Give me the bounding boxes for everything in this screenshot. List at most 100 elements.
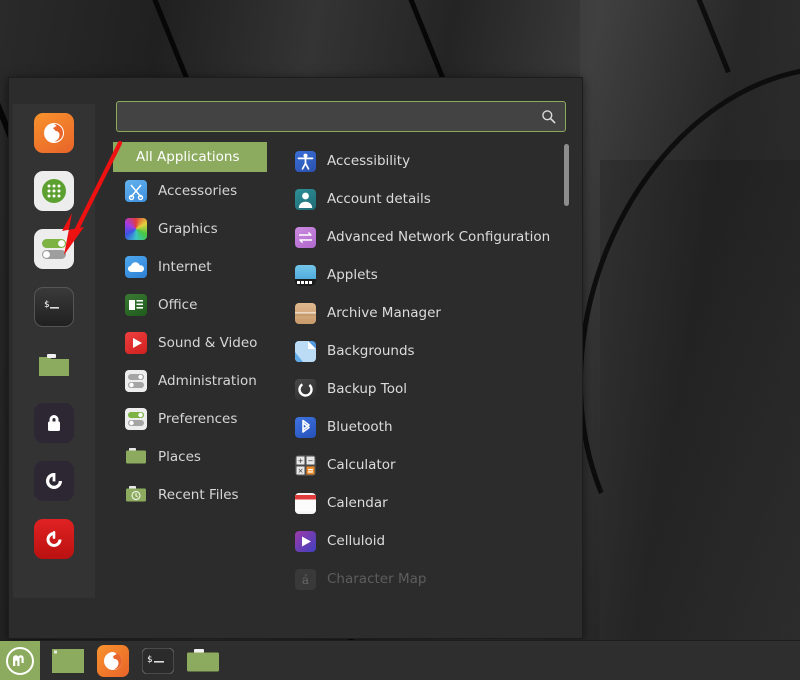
category-label: Office	[158, 297, 197, 313]
favorite-quit-button[interactable]	[34, 519, 74, 559]
app-backgrounds[interactable]: Backgrounds	[295, 332, 582, 370]
celluloid-icon	[295, 531, 316, 552]
backup-icon	[295, 379, 316, 400]
category-label: Internet	[158, 259, 212, 275]
app-advanced-network-configuration[interactable]: Advanced Network Configuration	[295, 218, 582, 256]
charmap-icon: á	[295, 569, 316, 590]
green-window-icon	[52, 649, 84, 673]
favorite-preferences-button[interactable]	[34, 229, 74, 269]
power-icon	[43, 528, 65, 550]
terminal-icon: $	[142, 648, 174, 674]
category-accessories[interactable]: Accessories	[113, 172, 283, 210]
accessibility-icon	[295, 151, 316, 172]
app-label: Celluloid	[327, 533, 385, 549]
application-list-scrollbar[interactable]	[564, 144, 569, 614]
taskbar: $	[0, 640, 800, 680]
favorite-log-out-button[interactable]	[34, 461, 74, 501]
search-input[interactable]	[117, 109, 541, 124]
favorite-files-button[interactable]	[34, 345, 74, 385]
svg-text:+: +	[298, 457, 304, 465]
search-icon[interactable]	[541, 109, 556, 124]
app-label: Advanced Network Configuration	[327, 229, 550, 245]
favorite-terminal-button[interactable]: $	[34, 287, 74, 327]
application-list: Accessibility Account details Advanced N…	[283, 142, 582, 598]
grid-apps-icon	[40, 177, 68, 205]
category-internet[interactable]: Internet	[113, 248, 283, 286]
category-sound-and-video[interactable]: Sound & Video	[113, 324, 283, 362]
terminal-icon: $	[41, 297, 67, 317]
app-calendar[interactable]: Calendar	[295, 484, 582, 522]
app-label: Backup Tool	[327, 381, 407, 397]
category-administration[interactable]: Administration	[113, 362, 283, 400]
lock-icon	[44, 412, 64, 434]
calculator-icon: +−×	[295, 455, 316, 476]
search-box[interactable]	[116, 101, 566, 132]
document-icon	[125, 294, 147, 316]
app-label: Accessibility	[327, 153, 410, 169]
app-label: Character Map	[327, 571, 426, 587]
category-label: All Applications	[136, 149, 240, 165]
svg-text:−: −	[308, 457, 314, 465]
favorite-firefox-button[interactable]	[34, 113, 74, 153]
folder-icon	[37, 351, 71, 379]
scissors-icon	[125, 180, 147, 202]
category-preferences[interactable]: Preferences	[113, 400, 283, 438]
app-bluetooth[interactable]: Bluetooth	[295, 408, 582, 446]
app-celluloid[interactable]: Celluloid	[295, 522, 582, 560]
category-places[interactable]: Places	[113, 438, 283, 476]
cloud-icon	[125, 256, 147, 278]
svg-text:×: ×	[298, 467, 304, 475]
app-label: Archive Manager	[327, 305, 441, 321]
taskbar-item-firefox[interactable]	[96, 644, 130, 678]
toggles-icon	[39, 237, 69, 261]
app-account-details[interactable]: Account details	[295, 180, 582, 218]
category-all-applications[interactable]: All Applications	[113, 142, 267, 172]
taskbar-item-show-desktop[interactable]	[51, 644, 85, 678]
category-label: Places	[158, 449, 201, 465]
app-label: Applets	[327, 267, 378, 283]
svg-text:$: $	[147, 655, 152, 665]
folder-clock-icon	[125, 484, 147, 506]
applets-icon	[295, 265, 316, 286]
category-list: All Applications Accessories Graphics In…	[113, 78, 283, 638]
app-archive-manager[interactable]: Archive Manager	[295, 294, 582, 332]
taskbar-item-terminal[interactable]: $	[141, 644, 175, 678]
toggles-icon	[125, 408, 147, 430]
archive-icon	[295, 303, 316, 324]
category-recent-files[interactable]: Recent Files	[113, 476, 283, 514]
logout-icon	[43, 470, 65, 492]
favorites-sidebar: $	[9, 78, 113, 638]
category-label: Accessories	[158, 183, 237, 199]
category-office[interactable]: Office	[113, 286, 283, 324]
app-backup-tool[interactable]: Backup Tool	[295, 370, 582, 408]
user-icon	[295, 189, 316, 210]
app-label: Calculator	[327, 457, 396, 473]
category-label: Preferences	[158, 411, 237, 427]
folder-icon	[125, 446, 147, 468]
favorites-button-list: $	[13, 104, 95, 598]
taskbar-item-files[interactable]	[186, 644, 220, 678]
scrollbar-thumb[interactable]	[564, 144, 569, 206]
favorite-lock-screen-button[interactable]	[34, 403, 74, 443]
app-applets[interactable]: Applets	[295, 256, 582, 294]
backgrounds-icon	[295, 341, 316, 362]
app-accessibility[interactable]: Accessibility	[295, 142, 582, 180]
firefox-icon	[41, 120, 67, 146]
app-calculator[interactable]: +−× Calculator	[295, 446, 582, 484]
bluetooth-icon	[295, 417, 316, 438]
firefox-icon	[97, 645, 129, 677]
menu-button[interactable]	[0, 641, 40, 680]
app-label: Backgrounds	[327, 343, 415, 359]
category-label: Graphics	[158, 221, 218, 237]
network-icon	[295, 227, 316, 248]
application-list-panel: Accessibility Account details Advanced N…	[283, 78, 582, 638]
linux-mint-logo-icon	[5, 646, 35, 676]
app-character-map[interactable]: á Character Map	[295, 560, 582, 598]
app-label: Account details	[327, 191, 431, 207]
favorite-all-applications-button[interactable]	[34, 171, 74, 211]
folder-icon	[186, 648, 220, 674]
app-label: Bluetooth	[327, 419, 393, 435]
category-graphics[interactable]: Graphics	[113, 210, 283, 248]
application-menu-popup: $	[8, 77, 583, 639]
calendar-icon	[295, 493, 316, 514]
